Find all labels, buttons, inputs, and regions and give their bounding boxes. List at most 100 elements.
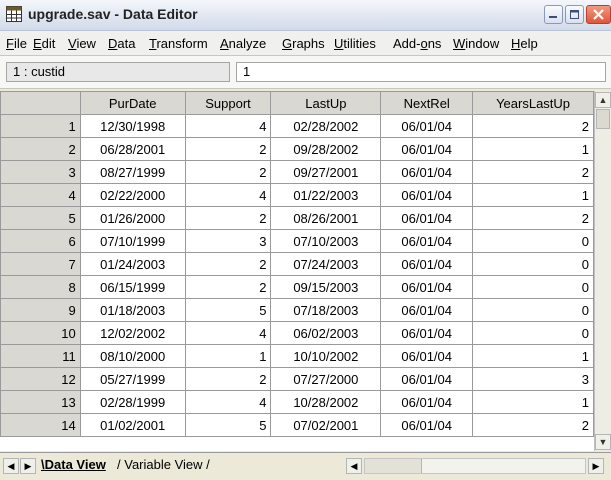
cell-support[interactable]: 3 [184,229,272,253]
cell-support[interactable]: 2 [184,275,272,299]
menu-help[interactable]: Help [511,36,538,51]
menu-window[interactable]: Window [453,36,499,51]
menu-edit[interactable]: Edit [33,36,55,51]
cell-lastup[interactable]: 10/28/2002 [270,390,382,414]
cell-purdate[interactable]: 02/22/2000 [79,183,186,207]
cell-yearslastup[interactable]: 0 [472,321,594,345]
vertical-scrollbar[interactable]: ▲ ▼ [594,91,611,451]
cell-nextrel[interactable]: 06/01/04 [380,183,474,207]
cell-purdate[interactable]: 01/02/2001 [79,413,186,437]
corner-cell[interactable] [0,91,81,115]
menu-transform[interactable]: Transform [149,36,208,51]
cell-support[interactable]: 1 [184,344,272,368]
cell-support[interactable]: 2 [184,252,272,276]
cell-purdate[interactable]: 08/27/1999 [79,160,186,184]
cell-support[interactable]: 4 [184,183,272,207]
cell-nextrel[interactable]: 06/01/04 [380,137,474,161]
cell-lastup[interactable]: 10/10/2002 [270,344,382,368]
menu-add-ons[interactable]: Add-ons [393,36,441,51]
cell-lastup[interactable]: 09/27/2001 [270,160,382,184]
cell-nextrel[interactable]: 06/01/04 [380,252,474,276]
row-number[interactable]: 5 [0,206,81,230]
cell-purdate[interactable]: 06/28/2001 [79,137,186,161]
row-number[interactable]: 1 [0,114,81,138]
cell-purdate[interactable]: 06/15/1999 [79,275,186,299]
cell-purdate[interactable]: 01/18/2003 [79,298,186,322]
column-header[interactable]: PurDate [79,91,186,115]
horizontal-scroll-thumb[interactable] [365,459,422,473]
cell-support[interactable]: 5 [184,298,272,322]
cell-support[interactable]: 2 [184,367,272,391]
cell-yearslastup[interactable]: 1 [472,344,594,368]
cell-nextrel[interactable]: 06/01/04 [380,367,474,391]
cell-support[interactable]: 2 [184,137,272,161]
cell-yearslastup[interactable]: 0 [472,275,594,299]
menu-utilities[interactable]: Utilities [334,36,376,51]
row-number[interactable]: 12 [0,367,81,391]
cell-support[interactable]: 2 [184,160,272,184]
cell-lastup[interactable]: 01/22/2003 [270,183,382,207]
row-number[interactable]: 9 [0,298,81,322]
maximize-button[interactable] [565,5,584,24]
cell-support[interactable]: 4 [184,390,272,414]
cell-nextrel[interactable]: 06/01/04 [380,275,474,299]
cell-lastup[interactable]: 09/15/2003 [270,275,382,299]
cell-nextrel[interactable]: 06/01/04 [380,413,474,437]
column-header[interactable]: LastUp [270,91,382,115]
cell-lastup[interactable]: 09/28/2002 [270,137,382,161]
row-number[interactable]: 2 [0,137,81,161]
cell-yearslastup[interactable]: 1 [472,390,594,414]
cell-yearslastup[interactable]: 2 [472,160,594,184]
cell-nextrel[interactable]: 06/01/04 [380,298,474,322]
tab-scroll-right-button[interactable]: ▶ [20,458,36,474]
cell-yearslastup[interactable]: 1 [472,183,594,207]
cell-yearslastup[interactable]: 2 [472,206,594,230]
tab-variable-view[interactable]: / Variable View / [117,457,210,472]
row-number[interactable]: 7 [0,252,81,276]
cell-nextrel[interactable]: 06/01/04 [380,344,474,368]
cell-lastup[interactable]: 07/02/2001 [270,413,382,437]
menu-data[interactable]: Data [108,36,135,51]
row-number[interactable]: 13 [0,390,81,414]
cell-support[interactable]: 5 [184,413,272,437]
cell-lastup[interactable]: 06/02/2003 [270,321,382,345]
cell-purdate[interactable]: 12/30/1998 [79,114,186,138]
cell-purdate[interactable]: 07/10/1999 [79,229,186,253]
menu-analyze[interactable]: Analyze [220,36,266,51]
cell-lastup[interactable]: 08/26/2001 [270,206,382,230]
tab-scroll-left-button[interactable]: ◀ [3,458,19,474]
cell-lastup[interactable]: 07/27/2000 [270,367,382,391]
cell-yearslastup[interactable]: 2 [472,413,594,437]
menu-graphs[interactable]: Graphs [282,36,325,51]
close-button[interactable] [586,5,611,24]
cell-nextrel[interactable]: 06/01/04 [380,321,474,345]
cell-nextrel[interactable]: 06/01/04 [380,229,474,253]
cell-nextrel[interactable]: 06/01/04 [380,160,474,184]
cell-lastup[interactable]: 07/24/2003 [270,252,382,276]
cell-support[interactable]: 4 [184,321,272,345]
menu-file[interactable]: File [6,36,27,51]
cell-purdate[interactable]: 12/02/2002 [79,321,186,345]
row-number[interactable]: 3 [0,160,81,184]
cell-purdate[interactable]: 08/10/2000 [79,344,186,368]
cell-yearslastup[interactable]: 0 [472,252,594,276]
scroll-down-button[interactable]: ▼ [595,434,611,450]
cell-purdate[interactable]: 05/27/1999 [79,367,186,391]
horizontal-scroll-track[interactable] [364,458,586,474]
column-header[interactable]: YearsLastUp [472,91,594,115]
row-number[interactable]: 6 [0,229,81,253]
cell-purdate[interactable]: 01/24/2003 [79,252,186,276]
minimize-button[interactable] [544,5,563,24]
scroll-up-button[interactable]: ▲ [595,92,611,108]
row-number[interactable]: 4 [0,183,81,207]
scroll-thumb[interactable] [596,109,610,129]
cell-nextrel[interactable]: 06/01/04 [380,390,474,414]
column-header[interactable]: Support [184,91,272,115]
column-header[interactable]: NextRel [380,91,474,115]
hscroll-left-button[interactable]: ◀ [346,458,362,474]
cell-support[interactable]: 2 [184,206,272,230]
cell-nextrel[interactable]: 06/01/04 [380,114,474,138]
row-number[interactable]: 8 [0,275,81,299]
cell-value-input[interactable]: 1 [236,62,606,82]
cell-yearslastup[interactable]: 0 [472,229,594,253]
